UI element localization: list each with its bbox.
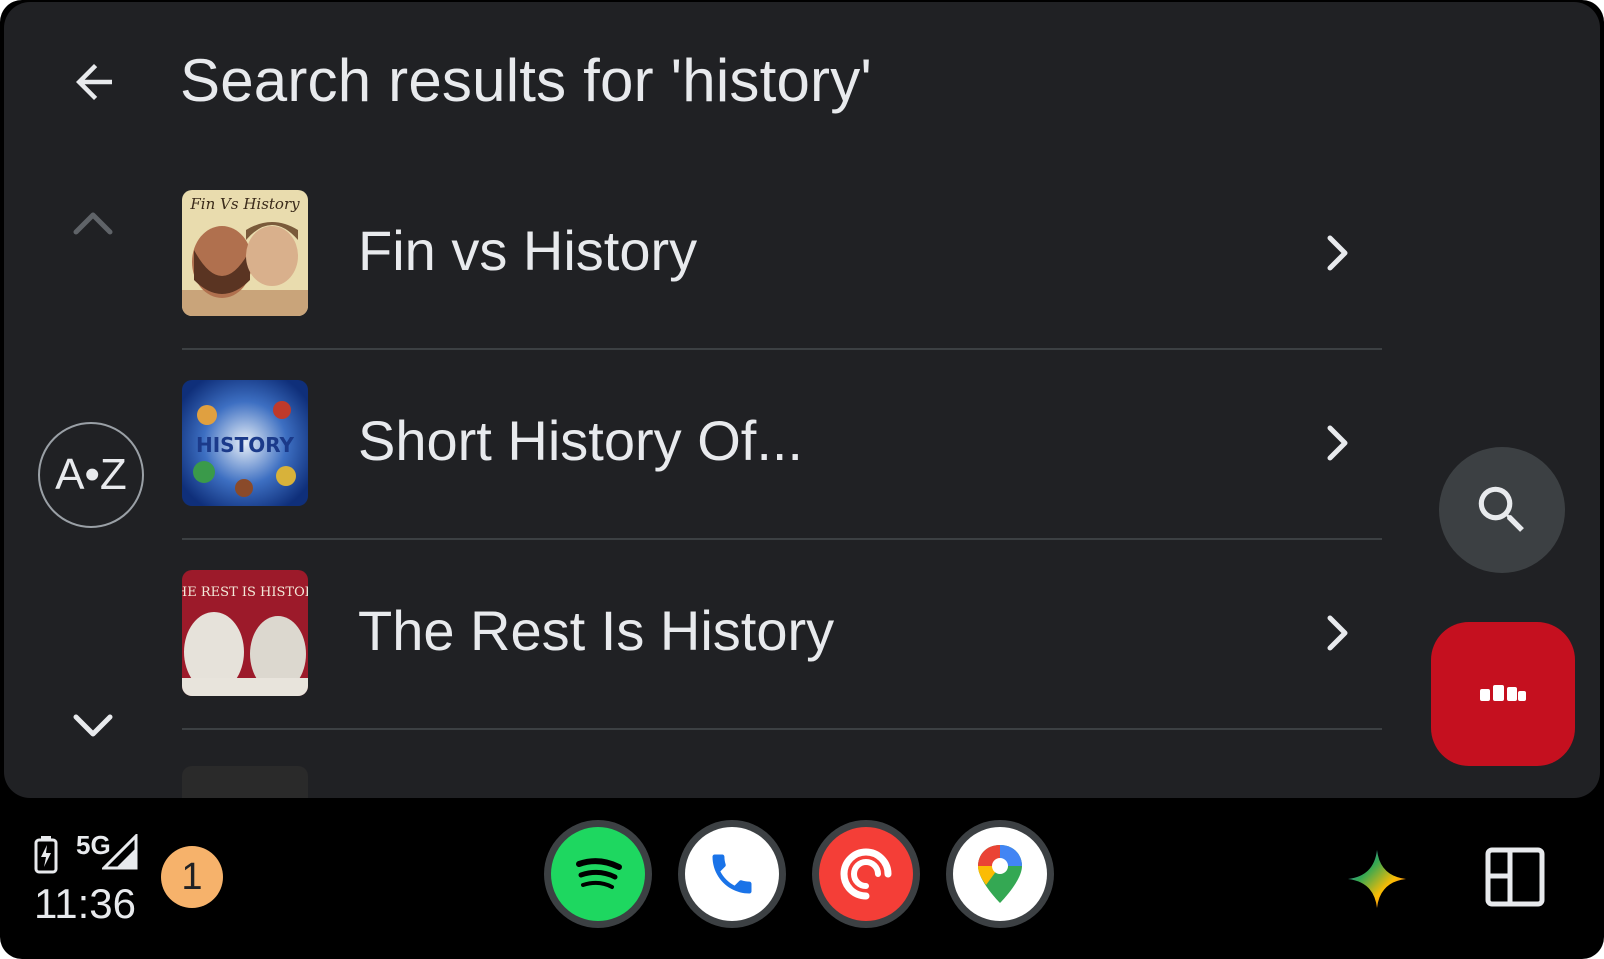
maps-icon: [953, 827, 1047, 921]
dock-app-phone[interactable]: [678, 820, 786, 928]
chevron-down-icon: [73, 714, 113, 737]
signal-strength-icon: [100, 832, 138, 870]
chevron-right-icon: [1312, 608, 1362, 658]
podcast-artwork: THE REST IS HISTORY: [182, 570, 308, 696]
dashboard-layout-icon: [1485, 847, 1545, 907]
page-title: Search results for 'history': [180, 47, 873, 114]
list-item[interactable]: HISTORY Short History Of...: [182, 364, 1382, 554]
clock: 11:36: [34, 880, 136, 927]
media-app-panel: Search results for 'history' A•Z Fin Vs …: [4, 2, 1600, 798]
partial-list-item-artwork: [182, 766, 308, 798]
chevron-right-icon: [1312, 228, 1362, 278]
az-label: A•Z: [55, 450, 127, 499]
results-list: Fin Vs History Fin vs History HISTORY Sh…: [182, 174, 1382, 744]
list-item[interactable]: THE REST IS HISTORY The Rest Is History: [182, 554, 1382, 744]
notification-badge[interactable]: 1: [161, 846, 223, 908]
scroll-up-button[interactable]: [68, 202, 118, 242]
spotify-icon: [551, 827, 645, 921]
podcast-artwork: HISTORY: [182, 380, 308, 506]
chevron-right-icon: [1312, 418, 1362, 468]
divider: [182, 728, 1382, 730]
chevron-up-icon: [73, 212, 113, 235]
artwork-text: THE REST IS HISTORY: [182, 585, 308, 600]
result-label: The Rest Is History: [358, 599, 835, 662]
dock-app-pocket-casts[interactable]: [812, 820, 920, 928]
android-auto-screen: Search results for 'history' A•Z Fin Vs …: [0, 0, 1604, 959]
result-label: Short History Of...: [358, 409, 803, 472]
layout-switch-button[interactable]: [1484, 846, 1546, 908]
divider: [182, 538, 1382, 540]
equalizer-icon: [1480, 685, 1526, 701]
search-icon: [1478, 486, 1524, 532]
arrow-back-icon: [76, 64, 112, 100]
back-button[interactable]: [64, 52, 124, 112]
pocket-casts-icon: [819, 827, 913, 921]
dock-app-spotify[interactable]: [544, 820, 652, 928]
podcast-artwork: Fin Vs History: [182, 190, 308, 316]
artwork-text: HISTORY: [196, 433, 295, 457]
search-button[interactable]: [1439, 447, 1565, 573]
battery-charging-icon: [34, 836, 58, 874]
alphabet-jump-button[interactable]: A•Z: [38, 422, 144, 528]
artwork-text: Fin Vs History: [189, 195, 300, 213]
result-label: Fin vs History: [358, 219, 698, 282]
list-item[interactable]: Fin Vs History Fin vs History: [182, 174, 1382, 364]
now-playing-button[interactable]: [1431, 622, 1575, 766]
divider: [182, 348, 1382, 350]
gemini-assistant-icon[interactable]: [1346, 848, 1408, 910]
phone-icon: [685, 827, 779, 921]
dock-app-maps[interactable]: [946, 820, 1054, 928]
scroll-down-button[interactable]: [68, 707, 118, 747]
